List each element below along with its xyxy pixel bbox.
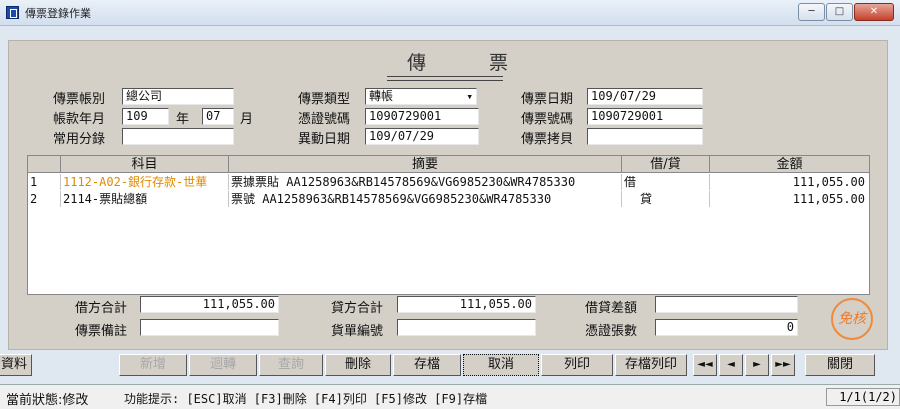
difference-field — [655, 296, 798, 313]
title-bar: 傳票登錄作業 ─ □ ✕ — [0, 0, 900, 26]
save-button[interactable]: 存檔 — [393, 354, 461, 376]
voucher-copy-label: 傳票拷貝 — [521, 132, 574, 147]
title-underline — [387, 80, 503, 81]
prev-record-icon[interactable]: ◄ — [719, 354, 743, 376]
month-unit-label: 月 — [240, 112, 254, 127]
col-amount-header[interactable]: 金額 — [710, 156, 869, 173]
document-no-label: 貨單編號 — [331, 324, 384, 339]
window-title: 傳票登錄作業 — [25, 7, 91, 20]
grid-header: 科目 摘要 借/貸 金額 — [28, 156, 869, 173]
close-button[interactable]: 關閉 — [805, 354, 875, 376]
rownum-header — [28, 156, 61, 173]
query-button[interactable]: 查詢 — [259, 354, 323, 376]
voucher-copy-field[interactable] — [587, 128, 703, 145]
save-print-button[interactable]: 存檔列印 — [615, 354, 687, 376]
row-account[interactable]: 2114-票貼總額 — [61, 191, 229, 207]
maximize-icon[interactable]: □ — [826, 3, 853, 21]
status-state: 當前狀態:修改 — [6, 393, 89, 408]
page-title: 傳 票 — [407, 52, 531, 74]
row-memo[interactable]: 票據票貼 AA1258963&RB14578569&VG6985230&WR47… — [229, 174, 622, 190]
period-year-field[interactable]: 109 — [122, 108, 169, 125]
entry-grid[interactable]: 科目 摘要 借/貸 金額 1 1112-A02-銀行存款-世華 票據票貼 AA1… — [27, 155, 870, 295]
remark-field[interactable] — [140, 319, 279, 336]
status-bar: 當前狀態:修改 功能提示: [ESC]取消 [F3]刪除 [F4]列印 [F5]… — [0, 384, 900, 409]
credit-total-label: 貸方合計 — [331, 301, 384, 316]
next-record-icon[interactable]: ► — [745, 354, 769, 376]
period-label: 帳款年月 — [53, 112, 106, 127]
evidence-count-label: 憑證張數 — [585, 324, 638, 339]
table-row[interactable]: 1 1112-A02-銀行存款-世華 票據票貼 AA1258963&RB1457… — [28, 174, 869, 190]
evidence-no-field[interactable]: 1090729001 — [365, 108, 479, 125]
col-account-header[interactable]: 科目 — [61, 156, 229, 173]
change-date-field[interactable]: 109/07/29 — [365, 128, 479, 145]
voucher-date-label: 傳票日期 — [521, 92, 574, 107]
cancel-button[interactable]: 取消 — [463, 354, 539, 376]
row-memo[interactable]: 票號 AA1258963&RB14578569&VG6985230&WR4785… — [229, 191, 622, 207]
table-row[interactable]: 2 2114-票貼總額 票號 AA1258963&RB14578569&VG69… — [28, 191, 869, 207]
col-side-header[interactable]: 借/貸 — [622, 156, 710, 173]
document-no-field[interactable] — [397, 319, 536, 336]
title-underline — [387, 76, 503, 77]
voucher-no-label: 傳票號碼 — [521, 112, 574, 127]
status-hint: 功能提示: [ESC]取消 [F3]刪除 [F4]列印 [F5]修改 [F9]存… — [124, 392, 488, 406]
add-button[interactable]: 新增 — [119, 354, 187, 376]
evidence-no-label: 憑證號碼 — [298, 112, 351, 127]
app-icon — [6, 6, 19, 19]
delete-button[interactable]: 刪除 — [325, 354, 391, 376]
print-button[interactable]: 列印 — [541, 354, 613, 376]
row-account[interactable]: 1112-A02-銀行存款-世華 — [61, 174, 229, 190]
status-page-counter: 1/1(1/2) — [826, 388, 900, 406]
common-entry-field[interactable] — [122, 128, 234, 145]
credit-total-field: 111,055.00 — [397, 296, 536, 313]
row-amount[interactable]: 111,055.00 — [710, 174, 869, 190]
common-entry-label: 常用分錄 — [53, 132, 106, 147]
row-amount[interactable]: 111,055.00 — [710, 191, 869, 207]
toolbar: 資料 新增 迴轉 查詢 刪除 存檔 取消 列印 存檔列印 ◄◄ ◄ ► ►► 關… — [0, 354, 900, 380]
remark-label: 傳票備註 — [75, 324, 128, 339]
year-unit-label: 年 — [176, 112, 190, 127]
account-field[interactable]: 總公司 — [122, 88, 234, 105]
data-button[interactable]: 資料 — [0, 354, 32, 376]
first-record-icon[interactable]: ◄◄ — [693, 354, 717, 376]
row-side[interactable]: 借 — [622, 174, 710, 190]
period-month-field[interactable]: 07 — [202, 108, 234, 125]
evidence-count-field[interactable]: 0 — [655, 319, 798, 336]
voucher-type-label: 傳票類型 — [298, 92, 351, 107]
account-label: 傳票帳別 — [53, 92, 106, 107]
change-date-label: 異動日期 — [298, 132, 351, 147]
debit-total-field: 111,055.00 — [140, 296, 279, 313]
minimize-icon[interactable]: ─ — [798, 3, 825, 21]
row-number: 1 — [28, 174, 61, 190]
difference-label: 借貸差額 — [585, 301, 638, 316]
voucher-type-select[interactable]: 轉帳 — [365, 88, 477, 105]
close-icon[interactable]: ✕ — [854, 3, 894, 21]
approval-stamp: 免核 — [831, 298, 873, 340]
last-record-icon[interactable]: ►► — [771, 354, 795, 376]
voucher-no-field[interactable]: 1090729001 — [587, 108, 703, 125]
col-memo-header[interactable]: 摘要 — [229, 156, 622, 173]
voucher-date-field[interactable]: 109/07/29 — [587, 88, 703, 105]
reverse-button[interactable]: 迴轉 — [189, 354, 257, 376]
debit-total-label: 借方合計 — [75, 301, 128, 316]
row-side[interactable]: 貸 — [622, 191, 710, 207]
row-number: 2 — [28, 191, 61, 207]
